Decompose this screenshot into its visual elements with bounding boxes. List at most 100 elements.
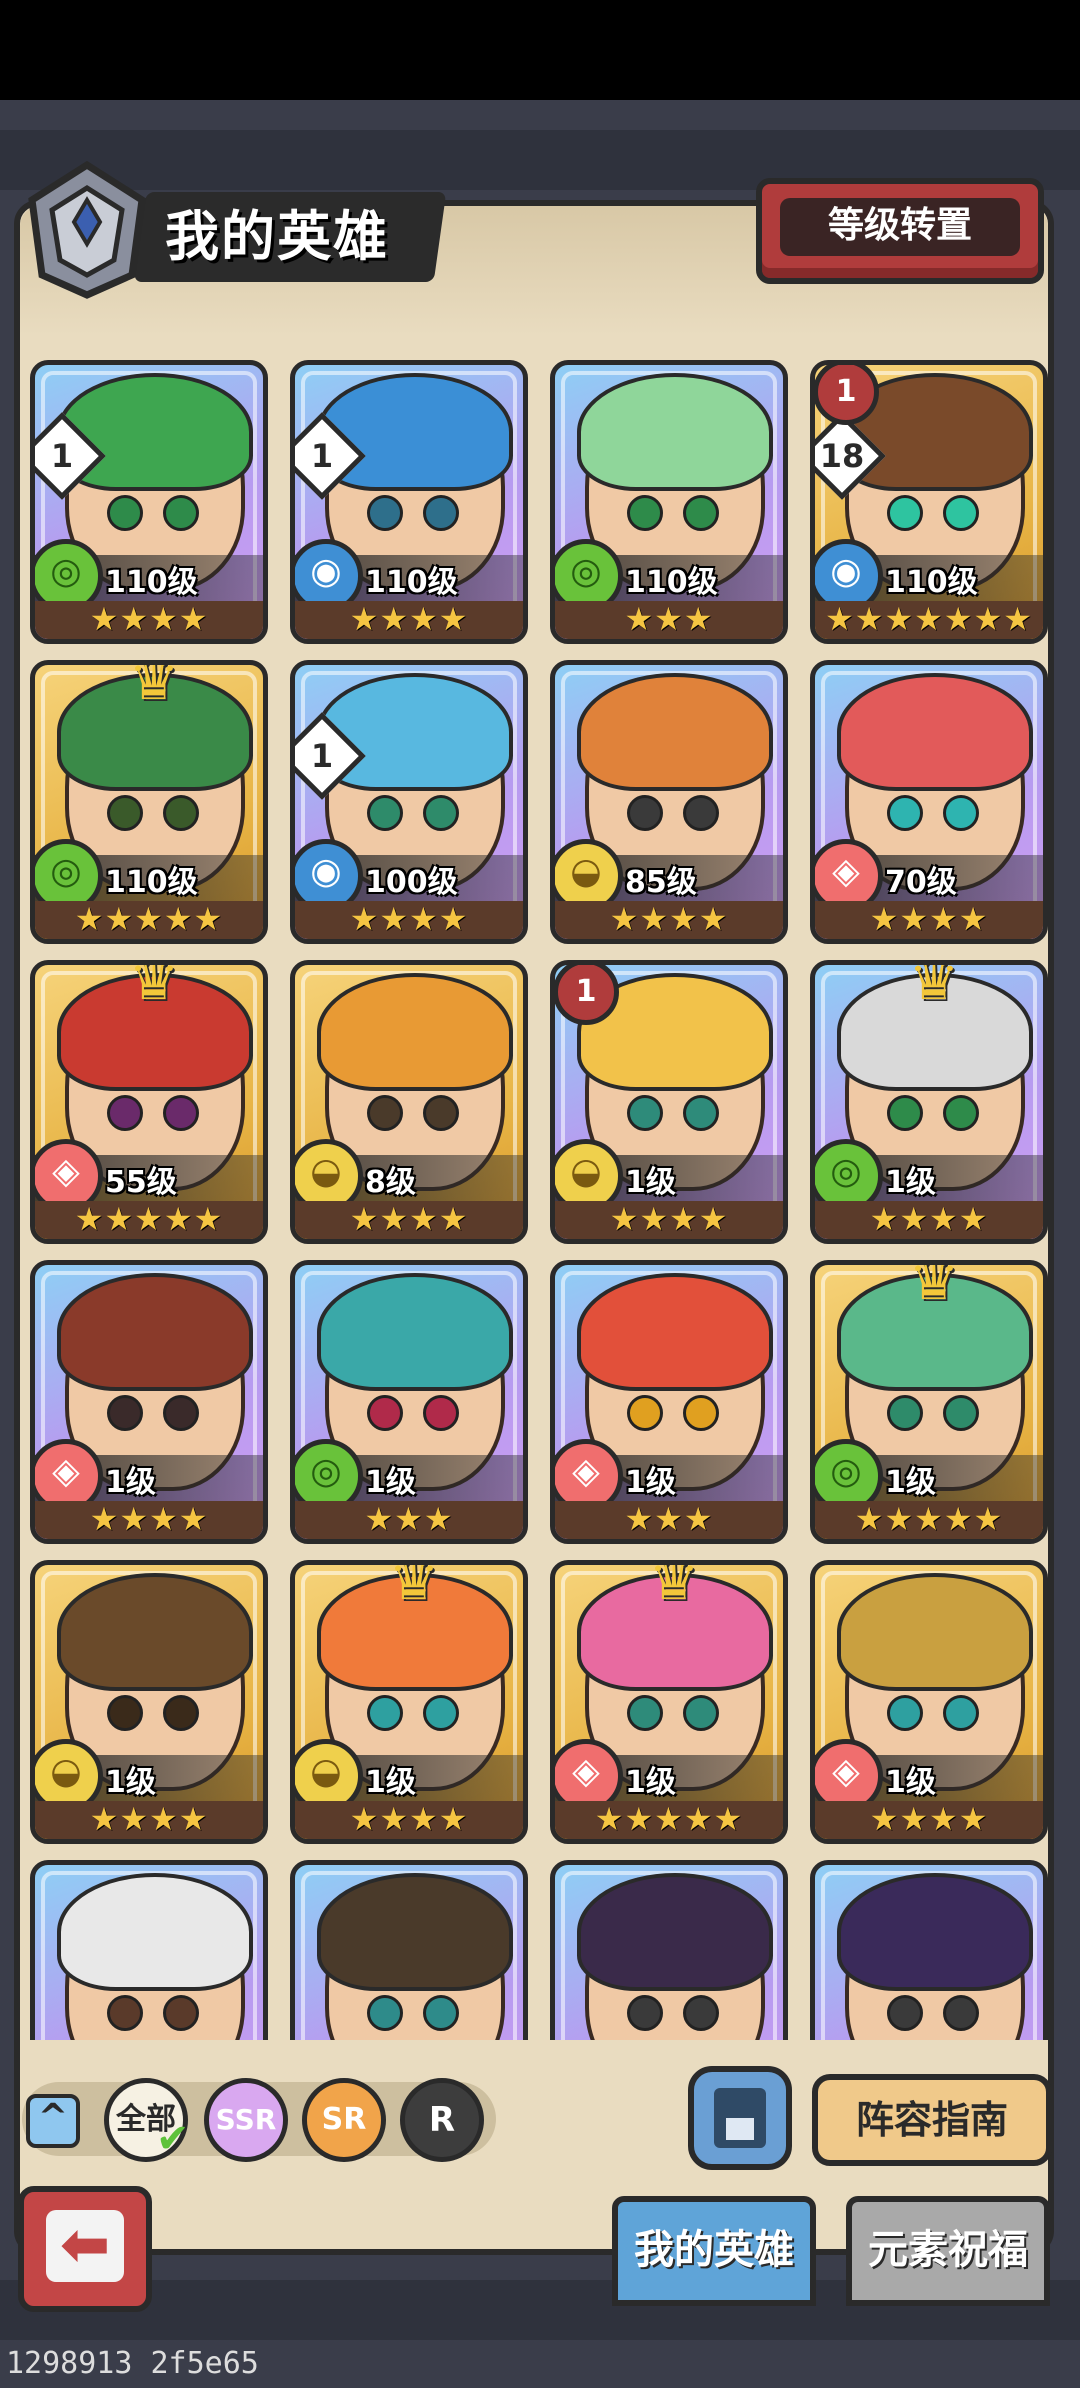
hero-card[interactable]: ◈ 1级 ★★★ xyxy=(550,1260,788,1544)
hero-hair xyxy=(317,973,513,1091)
hero-card[interactable] xyxy=(550,1860,788,2040)
hero-level: 1级 xyxy=(105,1765,156,1800)
hero-card[interactable]: ◈ 1级 ★★★★ xyxy=(810,1560,1048,1844)
hero-hair xyxy=(57,1873,253,1991)
hero-level: 1级 xyxy=(105,1465,156,1500)
hero-card[interactable]: ◒ 8级 ★★★★ xyxy=(290,960,528,1244)
hero-stars: ★★★ xyxy=(555,601,783,639)
status-bar-area xyxy=(0,0,1080,100)
hero-stars: ★★★★ xyxy=(815,1201,1043,1239)
hero-grid[interactable]: ◎ 110级 ★★★★ 1 ◉ 110级 ★★★★ 1 ◎ 110级 ★★★ ◉ 110级 ★★★★★★★… xyxy=(20,350,1060,2040)
hero-level: 110级 xyxy=(625,565,718,600)
filter-sr-button[interactable]: SR xyxy=(302,2078,386,2162)
hero-hair xyxy=(577,1273,773,1391)
hero-card[interactable]: ◎ 1级 ★★★ xyxy=(290,1260,528,1544)
hero-eye xyxy=(627,495,663,531)
lineup-guide-button[interactable]: 阵容指南 xyxy=(812,2074,1052,2166)
hero-eye xyxy=(163,1395,199,1431)
page-title: 我的英雄 xyxy=(165,205,389,268)
hero-level: 110级 xyxy=(365,565,458,600)
hero-card[interactable]: ◉ 110级 ★★★★ 1 xyxy=(290,360,528,644)
hero-card[interactable]: ◈ 70级 ★★★★ xyxy=(810,660,1048,944)
crown-icon: ♛ xyxy=(128,960,180,1013)
hero-level: 1级 xyxy=(625,1765,676,1800)
hero-stars: ★★★★ xyxy=(35,601,263,639)
hero-level: 100级 xyxy=(365,865,458,900)
hero-eye xyxy=(423,1095,459,1131)
hero-hair xyxy=(57,1573,253,1691)
hero-stars: ★★★★★ xyxy=(555,1801,783,1839)
hero-eye xyxy=(107,1395,143,1431)
hero-hair xyxy=(317,1273,513,1391)
level-transfer-button[interactable]: 等级转置 xyxy=(756,178,1044,284)
hero-card[interactable] xyxy=(30,1860,268,2040)
collapse-filter-button[interactable]: ^ xyxy=(26,2094,80,2148)
hero-level: 110级 xyxy=(885,565,978,600)
hero-stars: ★★★★ xyxy=(815,1801,1043,1839)
floppy-disk-icon xyxy=(714,2088,766,2148)
hero-level: 110级 xyxy=(105,865,198,900)
hero-eye xyxy=(107,495,143,531)
hero-level: 1级 xyxy=(885,1465,936,1500)
build-code: 1298913 2f5e65 xyxy=(6,2346,259,2381)
hero-hair xyxy=(837,673,1033,791)
hero-eye xyxy=(887,1695,923,1731)
save-lineup-button[interactable] xyxy=(688,2066,792,2170)
hero-card[interactable] xyxy=(290,1860,528,2040)
hero-eye xyxy=(683,495,719,531)
hero-card[interactable]: ◎ 1级 ★★★★ ♛ xyxy=(810,960,1048,1244)
hero-card[interactable]: ◒ 1级 ★★★★ xyxy=(30,1560,268,1844)
tab-element-blessing[interactable]: 元素祝福 xyxy=(846,2196,1050,2306)
hero-eye xyxy=(943,1395,979,1431)
hero-eye xyxy=(887,495,923,531)
hero-level: 85级 xyxy=(625,865,697,900)
level-transfer-label: 等级转置 xyxy=(780,198,1020,256)
hero-eye xyxy=(163,795,199,831)
hero-stars: ★★★★ xyxy=(555,901,783,939)
hero-card[interactable]: ◎ 110级 ★★★★★ ♛ xyxy=(30,660,268,944)
hero-card[interactable]: ◈ 1级 ★★★★ xyxy=(30,1260,268,1544)
hero-stars: ★★★ xyxy=(555,1501,783,1539)
hero-stars: ★★★★ xyxy=(35,1501,263,1539)
back-arrow-icon: ⬅ xyxy=(46,2210,124,2282)
hero-eye xyxy=(887,1395,923,1431)
hero-eye xyxy=(423,495,459,531)
hero-card[interactable]: ◎ 110级 ★★★ xyxy=(550,360,788,644)
filter-r-button[interactable]: R xyxy=(400,2078,484,2162)
hero-eye xyxy=(627,1095,663,1131)
hero-stars: ★★★★ xyxy=(295,1201,523,1239)
hero-card[interactable]: ◒ 1级 ★★★★ 1 xyxy=(550,960,788,1244)
awakening-badge-value: 1 xyxy=(50,437,74,475)
hero-eye xyxy=(683,795,719,831)
hero-stars: ★★★★★★★ xyxy=(815,601,1043,639)
hero-level: 1级 xyxy=(365,1765,416,1800)
hero-eye xyxy=(367,1395,403,1431)
hero-card[interactable]: ◒ 85级 ★★★★ xyxy=(550,660,788,944)
hero-eye xyxy=(423,1695,459,1731)
back-button[interactable]: ⬅ xyxy=(18,2186,152,2312)
hero-level: 1级 xyxy=(885,1765,936,1800)
hero-card[interactable]: ◈ 1级 ★★★★★ ♛ xyxy=(550,1560,788,1844)
tab-my-heroes[interactable]: 我的英雄 xyxy=(612,2196,816,2306)
hero-eye xyxy=(627,795,663,831)
hero-level: 70级 xyxy=(885,865,957,900)
hero-eye xyxy=(367,495,403,531)
hero-card[interactable]: ◉ 110级 ★★★★★★★ 18 1 xyxy=(810,360,1048,644)
hero-hair xyxy=(317,1873,513,1991)
hero-eye xyxy=(423,1395,459,1431)
awakening-badge-value: 1 xyxy=(310,737,334,775)
hero-stars: ★★★★★ xyxy=(815,1501,1043,1539)
hero-level: 8级 xyxy=(365,1165,416,1200)
hero-eye xyxy=(627,1695,663,1731)
hero-stars: ★★★★ xyxy=(555,1201,783,1239)
hero-card[interactable]: ◒ 1级 ★★★★ ♛ xyxy=(290,1560,528,1844)
hero-card[interactable]: ◉ 100级 ★★★★ 1 xyxy=(290,660,528,944)
hero-card[interactable]: ◈ 55级 ★★★★★ ♛ xyxy=(30,960,268,1244)
hero-eye xyxy=(423,1995,459,2031)
hero-card[interactable]: ◎ 1级 ★★★★★ ♛ xyxy=(810,1260,1048,1544)
hero-card[interactable] xyxy=(810,1860,1048,2040)
hero-level: 55级 xyxy=(105,1165,177,1200)
hero-stars: ★★★★★ xyxy=(35,1201,263,1239)
filter-ssr-button[interactable]: SSR xyxy=(204,2078,288,2162)
hero-card[interactable]: ◎ 110级 ★★★★ 1 xyxy=(30,360,268,644)
